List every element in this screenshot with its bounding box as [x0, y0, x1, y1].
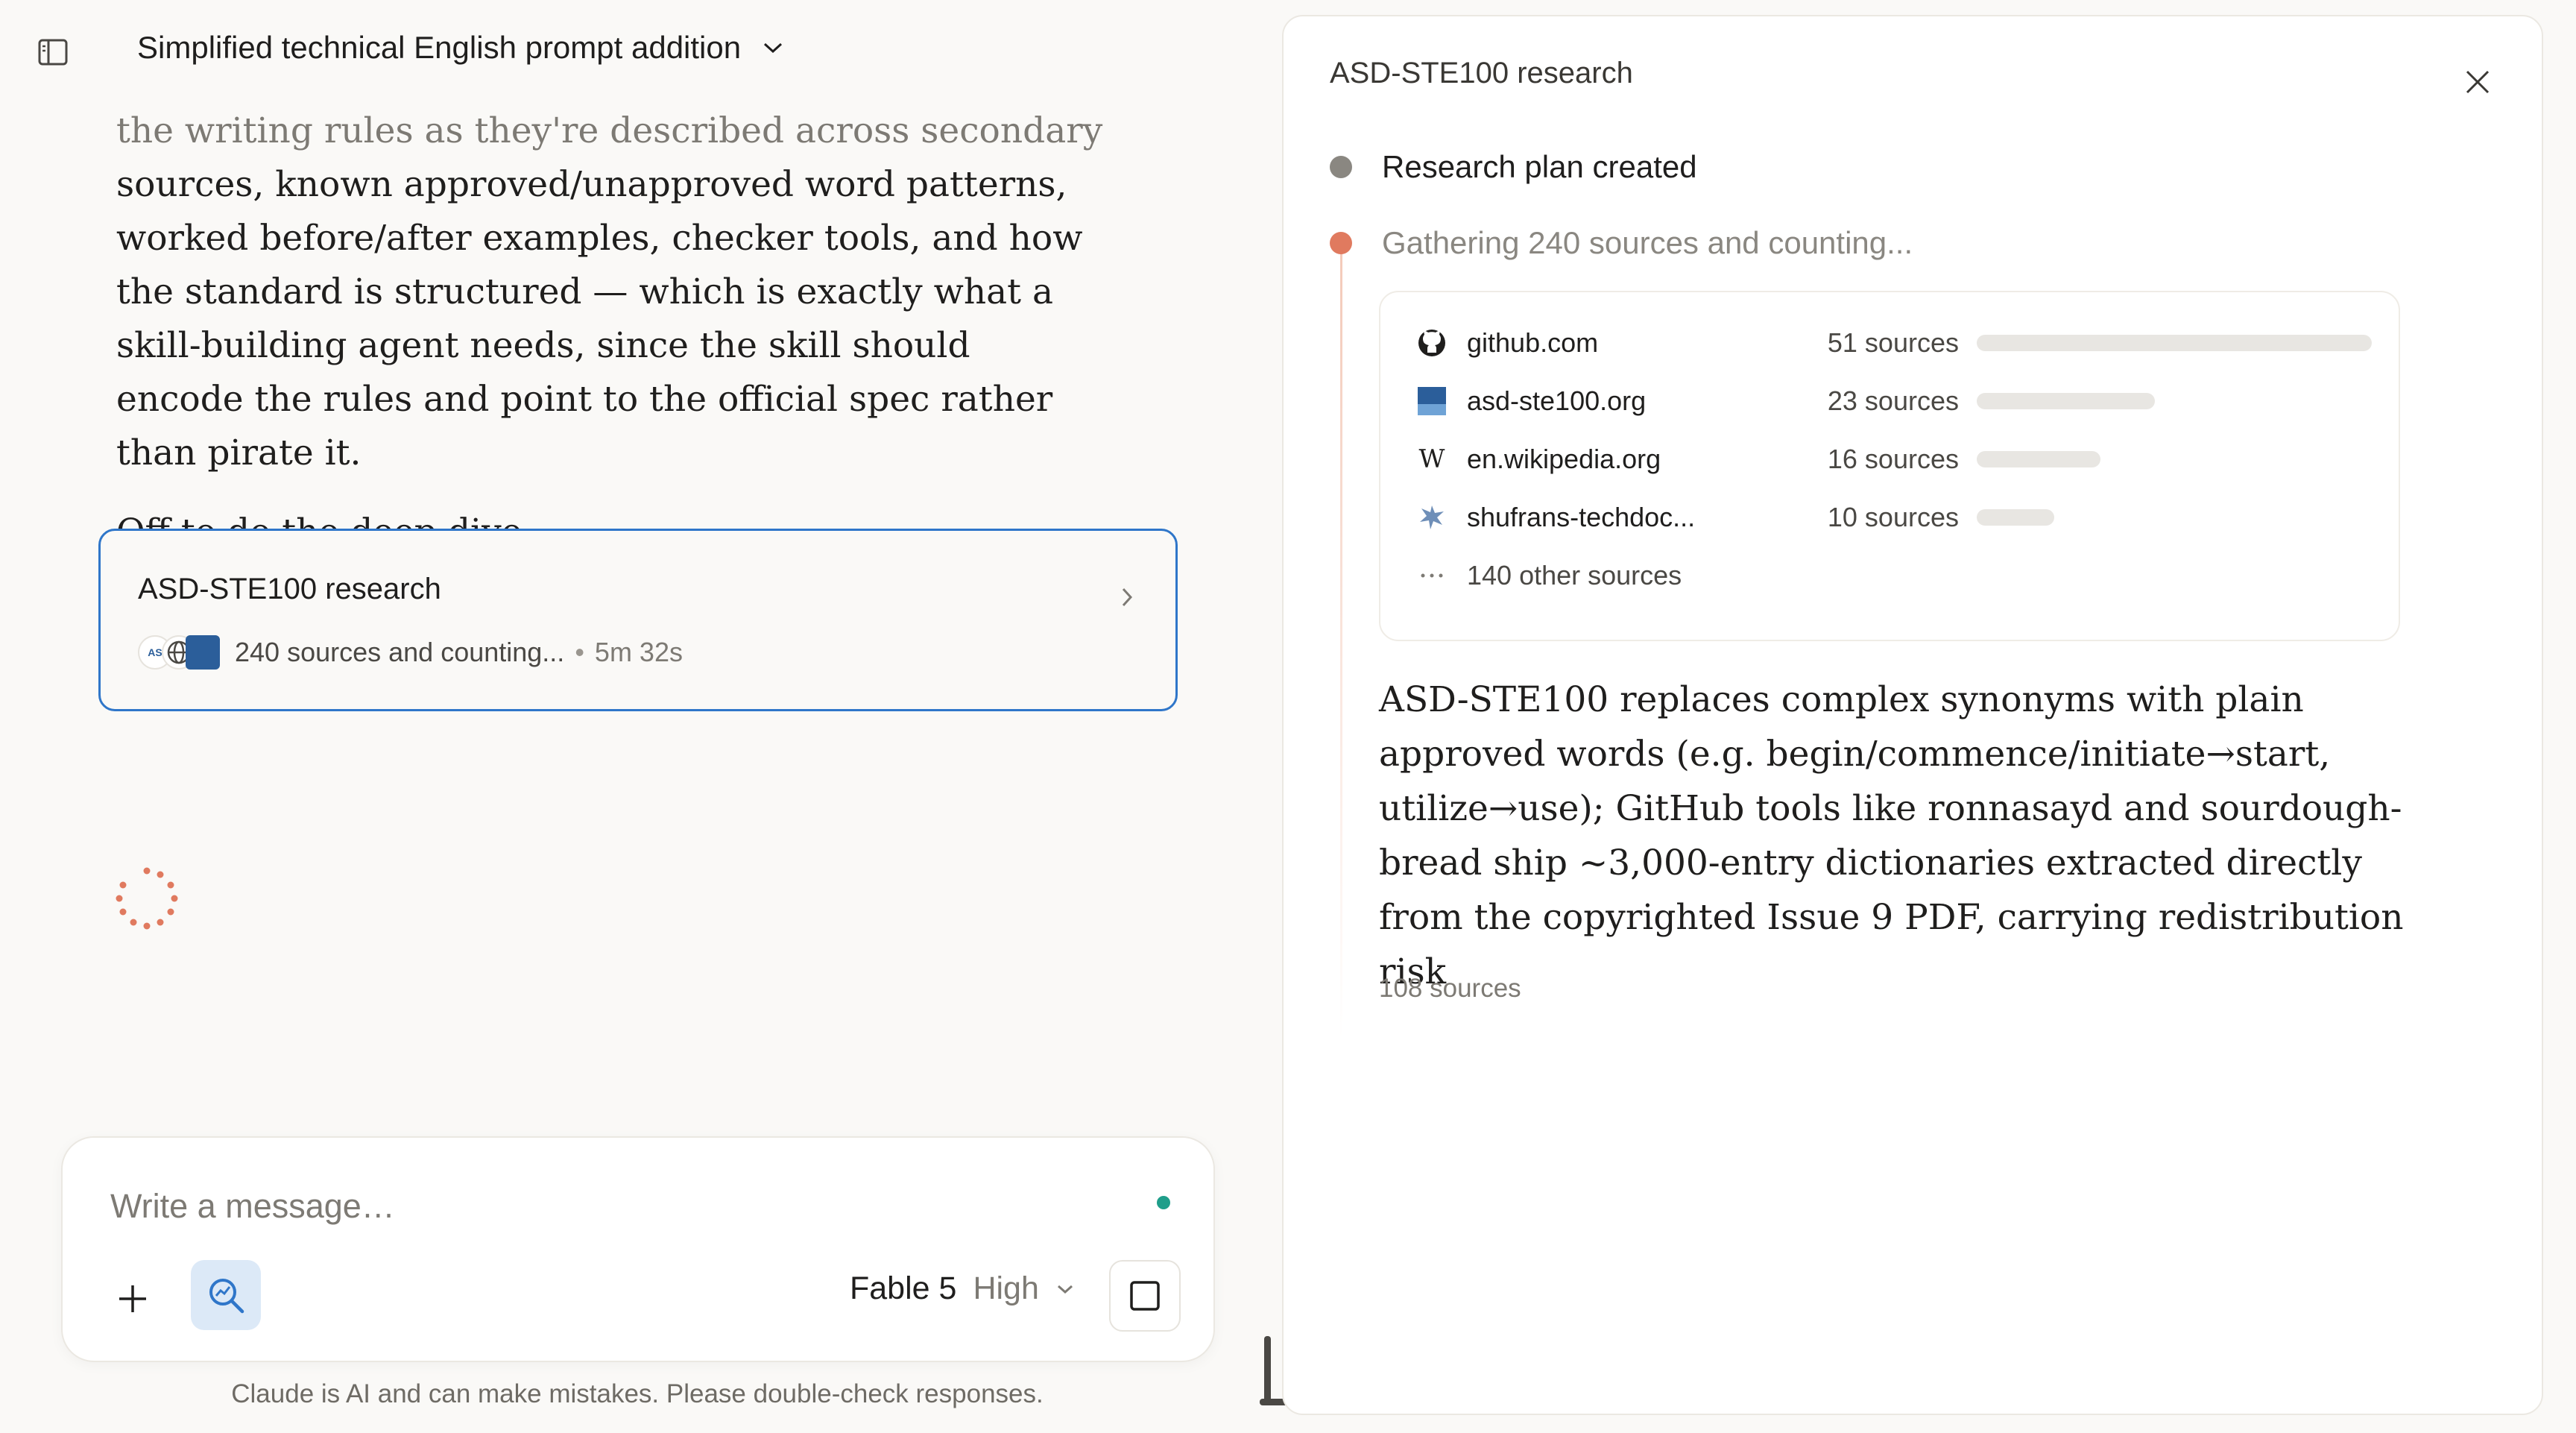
meta-separator: •	[575, 637, 584, 667]
chevron-down-icon	[1057, 1285, 1073, 1294]
conversation-title: Simplified technical English prompt addi…	[137, 30, 742, 65]
research-status: 240 sources and counting...	[235, 637, 565, 667]
step-label: Gathering 240 sources and counting...	[1382, 225, 1913, 260]
source-count: 10 sources	[1827, 502, 1959, 532]
other-sources-label: 140 other sources	[1467, 560, 1682, 590]
source-row[interactable]: shufrans-techdoc... 10 sources	[1415, 495, 2372, 540]
disclaimer-text: Claude is AI and can make mistakes. Plea…	[231, 1379, 1044, 1408]
shufrans-favicon	[1415, 500, 1449, 535]
step-done-dot	[1330, 156, 1352, 178]
source-bar	[1977, 509, 2054, 526]
message-composer: Fable 5 High	[61, 1136, 1215, 1362]
model-selector[interactable]: Fable 5 High	[850, 1270, 1075, 1307]
source-count: 23 sources	[1827, 385, 1959, 416]
plus-icon	[119, 1285, 146, 1312]
source-bar	[1977, 335, 2372, 351]
step-active-dot	[1330, 232, 1352, 254]
source-bar-track	[1977, 393, 2372, 409]
step-gathering-sources: Gathering 240 sources and counting...	[1330, 225, 1913, 261]
sources-list: github.com 51 sources asd-ste100.org 23 …	[1379, 291, 2400, 641]
source-row[interactable]: W en.wikipedia.org 16 sources	[1415, 437, 2372, 482]
source-count: 51 sources	[1827, 327, 1959, 358]
research-card[interactable]: ASD-STE100 research AS 240 sources and c…	[98, 529, 1178, 711]
github-icon	[1415, 326, 1449, 360]
research-finding: ASD-STE100 replaces complex synonyms wit…	[1379, 679, 2404, 992]
close-icon	[2466, 70, 2490, 94]
message-input[interactable]	[109, 1184, 1078, 1229]
stop-button[interactable]	[1109, 1260, 1181, 1332]
chevron-down-icon	[764, 42, 783, 54]
model-effort: High	[973, 1270, 1039, 1306]
research-icon	[209, 1279, 244, 1314]
source-domain: en.wikipedia.org	[1467, 444, 1661, 474]
asd-favicon-label: AS	[148, 646, 162, 658]
sidebar-icon	[38, 39, 68, 66]
step-label: Research plan created	[1382, 149, 1697, 184]
step-research-plan: Research plan created	[1330, 149, 1697, 185]
finding-sources-count[interactable]: 108 sources	[1379, 974, 1521, 1004]
source-bar-track	[1977, 335, 2372, 351]
response-faded-line: the writing rules as they're described a…	[116, 110, 1103, 151]
research-card-meta: AS 240 sources and counting... • 5m 32s	[138, 635, 683, 670]
add-attachment-button[interactable]	[109, 1275, 157, 1323]
model-name: Fable 5	[850, 1270, 957, 1306]
research-card-title: ASD-STE100 research	[138, 573, 441, 605]
close-panel-button[interactable]	[2458, 63, 2497, 101]
wikipedia-icon: W	[1415, 442, 1449, 476]
other-sources-row[interactable]: 140 other sources	[1415, 553, 1682, 598]
source-count: 16 sources	[1827, 444, 1959, 474]
source-bar	[1977, 393, 2156, 409]
assistant-response: the writing rules as they're described a…	[116, 104, 1108, 559]
source-bar-track	[1977, 509, 2372, 526]
elapsed-time: 5m 32s	[594, 637, 683, 667]
site-favicon	[186, 635, 220, 670]
source-domain: shufrans-techdoc...	[1467, 502, 1696, 532]
loading-spinner-icon	[116, 867, 178, 930]
square-icon	[1130, 1281, 1160, 1311]
research-panel: ASD-STE100 research Research plan create…	[1282, 15, 2543, 1415]
asd-ste100-favicon	[1415, 384, 1449, 418]
chat-pane: Simplified technical English prompt addi…	[0, 0, 1275, 1433]
chevron-right-icon	[1122, 588, 1133, 607]
conversation-title-menu[interactable]: Simplified technical English prompt addi…	[137, 30, 784, 66]
source-row[interactable]: github.com 51 sources	[1415, 321, 2372, 365]
source-domain: github.com	[1467, 327, 1599, 358]
panel-title: ASD-STE100 research	[1330, 57, 1633, 89]
wikipedia-glyph: W	[1418, 444, 1445, 474]
timeline-line	[1340, 234, 1342, 1039]
source-favicons: AS	[138, 635, 220, 670]
resize-handle-bar	[1264, 1336, 1271, 1405]
sidebar-toggle-button[interactable]	[34, 36, 72, 69]
source-bar-track	[1977, 451, 2372, 467]
response-paragraph: sources, known approved/unapproved word …	[116, 164, 1083, 473]
source-bar	[1977, 451, 2101, 467]
source-domain: asd-ste100.org	[1467, 385, 1647, 416]
connection-status-dot	[1157, 1196, 1170, 1209]
more-icon	[1415, 558, 1449, 593]
source-row[interactable]: asd-ste100.org 23 sources	[1415, 379, 2372, 423]
research-toggle-button[interactable]	[191, 1260, 261, 1330]
